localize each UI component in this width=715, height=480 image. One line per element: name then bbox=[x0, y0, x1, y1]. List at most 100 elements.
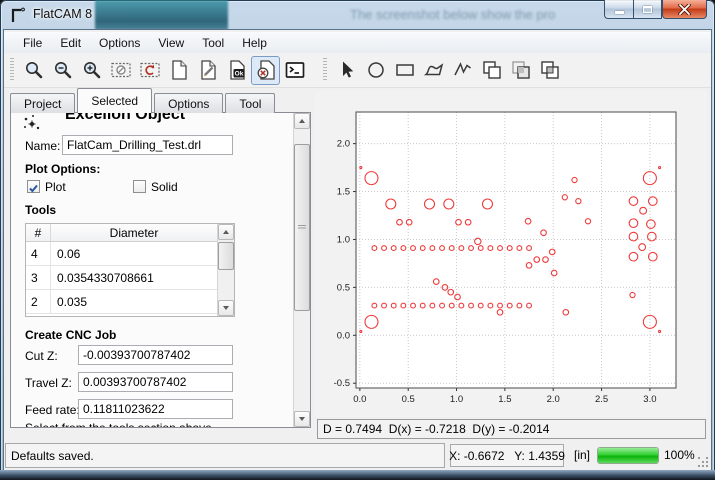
rectangle-tool-button[interactable] bbox=[390, 56, 419, 85]
tool-number-cell[interactable]: 3 bbox=[26, 266, 51, 289]
flatcam-window: The screenshot below show the pro FlatCA… bbox=[0, 0, 715, 480]
menu-help[interactable]: Help bbox=[233, 34, 276, 52]
edit-file-button[interactable] bbox=[193, 56, 222, 85]
maximize-button[interactable] bbox=[633, 0, 662, 19]
arrow-down-icon bbox=[223, 306, 229, 310]
cutz-input[interactable] bbox=[78, 345, 233, 365]
name-input[interactable] bbox=[62, 135, 233, 155]
resize-grip[interactable] bbox=[698, 457, 708, 467]
table-scrollbar[interactable] bbox=[217, 224, 234, 316]
toolbar-drag-handle[interactable] bbox=[10, 58, 14, 82]
select-tool-button[interactable] bbox=[332, 56, 361, 85]
menu-view[interactable]: View bbox=[149, 34, 193, 52]
svg-text:1.0: 1.0 bbox=[337, 234, 350, 245]
title-bar[interactable]: The screenshot below show the pro FlatCA… bbox=[0, 0, 715, 30]
delete-object-icon bbox=[254, 58, 278, 82]
zoom-fit-button[interactable] bbox=[19, 56, 48, 85]
intersect-tool-icon bbox=[538, 58, 562, 82]
polygon-tool-icon bbox=[422, 58, 446, 82]
shell-button[interactable] bbox=[280, 56, 309, 85]
panel-scrollbar[interactable] bbox=[293, 113, 310, 427]
scroll-up-button[interactable] bbox=[294, 113, 310, 129]
feedrate-input[interactable] bbox=[78, 399, 233, 419]
tool-number-cell[interactable]: 4 bbox=[26, 242, 51, 265]
flatcam-logo-icon bbox=[9, 6, 27, 24]
zoom-out-button[interactable] bbox=[48, 56, 77, 85]
zoom-out-icon bbox=[51, 58, 75, 82]
tool-diameter-cell[interactable]: 0.0354330708661 bbox=[51, 266, 217, 289]
table-row[interactable]: 4 0.06 bbox=[26, 242, 234, 266]
background-window-bleed bbox=[95, 0, 228, 30]
progress-bar bbox=[597, 447, 659, 464]
new-file-button[interactable] bbox=[164, 56, 193, 85]
status-bar: Defaults saved. X: -0.6672 Y: 1.4359 [in… bbox=[4, 441, 711, 470]
edit-file-icon bbox=[196, 58, 220, 82]
clear-plot-button[interactable] bbox=[106, 56, 135, 85]
travelz-input[interactable] bbox=[78, 372, 233, 392]
menu-bar: File Edit Options View Tool Help bbox=[4, 32, 711, 53]
svg-text:Ok: Ok bbox=[234, 71, 243, 78]
cnc-heading: Create CNC Job bbox=[25, 328, 116, 342]
plot-checkbox-label: Plot bbox=[45, 180, 66, 194]
tool-diameter-cell[interactable]: 0.06 bbox=[51, 242, 217, 265]
column-header-number[interactable]: # bbox=[26, 224, 51, 241]
menu-edit[interactable]: Edit bbox=[51, 34, 90, 52]
subtract-tool-icon bbox=[509, 58, 533, 82]
svg-text:0.5: 0.5 bbox=[402, 394, 415, 405]
svg-text:2.5: 2.5 bbox=[595, 394, 608, 405]
menu-options[interactable]: Options bbox=[90, 34, 149, 52]
column-header-diameter[interactable]: Diameter bbox=[51, 224, 217, 241]
tools-table: # Diameter 4 0.06 3 0.0354330708661 2 0.… bbox=[25, 223, 235, 317]
menu-tool[interactable]: Tool bbox=[193, 34, 233, 52]
status-message: Defaults saved. bbox=[5, 443, 445, 468]
scrollbar-thumb[interactable] bbox=[294, 144, 310, 311]
arrow-up-icon bbox=[223, 230, 229, 234]
feedrate-label: Feed rate: bbox=[25, 403, 80, 417]
solid-checkbox[interactable] bbox=[133, 180, 146, 193]
minimize-button[interactable] bbox=[604, 0, 633, 19]
scroll-down-button[interactable] bbox=[218, 300, 234, 316]
name-label: Name: bbox=[25, 139, 60, 153]
cutz-label: Cut Z: bbox=[25, 349, 58, 363]
plot-canvas[interactable]: 0.00.51.01.52.02.53.0-0.50.00.51.01.52.0 bbox=[315, 91, 707, 417]
measurement-readout: D = 0.7494 D(x) = -0.7218 D(y) = -0.2014 bbox=[317, 419, 706, 439]
rectangle-tool-icon bbox=[393, 58, 417, 82]
tab-options[interactable]: Options bbox=[154, 93, 223, 113]
union-tool-button[interactable] bbox=[477, 56, 506, 85]
window-bottom-border bbox=[0, 470, 715, 480]
circle-tool-button[interactable] bbox=[361, 56, 390, 85]
polygon-tool-button[interactable] bbox=[419, 56, 448, 85]
scroll-up-button[interactable] bbox=[218, 224, 234, 240]
path-tool-button[interactable] bbox=[448, 56, 477, 85]
table-row[interactable]: 3 0.0354330708661 bbox=[26, 266, 234, 290]
svg-text:1.0: 1.0 bbox=[450, 394, 463, 405]
subtract-tool-button[interactable] bbox=[506, 56, 535, 85]
table-row[interactable]: 2 0.035 bbox=[26, 290, 234, 314]
delete-object-button[interactable] bbox=[251, 56, 280, 85]
svg-text:1.5: 1.5 bbox=[337, 187, 350, 198]
arrow-up-icon bbox=[299, 119, 305, 123]
close-button[interactable] bbox=[662, 0, 707, 19]
tool-number-cell[interactable]: 2 bbox=[26, 290, 51, 313]
zoom-in-icon bbox=[80, 58, 104, 82]
toolbar-drag-handle-2[interactable] bbox=[323, 58, 327, 82]
replot-button[interactable] bbox=[135, 56, 164, 85]
drill-plot[interactable]: 0.00.51.01.52.02.53.0-0.50.00.51.01.52.0 bbox=[315, 91, 707, 417]
minimize-icon bbox=[615, 11, 624, 14]
scroll-down-button[interactable] bbox=[294, 411, 310, 427]
svg-text:2.0: 2.0 bbox=[337, 139, 350, 150]
tab-project[interactable]: Project bbox=[10, 93, 75, 113]
run-script-button[interactable]: Ok bbox=[222, 56, 251, 85]
zoom-in-button[interactable] bbox=[77, 56, 106, 85]
window-title: FlatCAM 8 bbox=[33, 7, 92, 21]
menu-file[interactable]: File bbox=[14, 34, 51, 52]
scrollbar-thumb[interactable] bbox=[218, 242, 234, 270]
intersect-tool-button[interactable] bbox=[535, 56, 564, 85]
excellon-object-icon bbox=[20, 113, 46, 133]
tool-diameter-cell[interactable]: 0.035 bbox=[51, 290, 217, 313]
tab-tool[interactable]: Tool bbox=[225, 93, 275, 113]
tab-selected[interactable]: Selected bbox=[77, 88, 152, 113]
plot-checkbox[interactable] bbox=[27, 180, 40, 193]
toolbar: Ok bbox=[4, 53, 711, 88]
check-icon bbox=[28, 183, 39, 194]
